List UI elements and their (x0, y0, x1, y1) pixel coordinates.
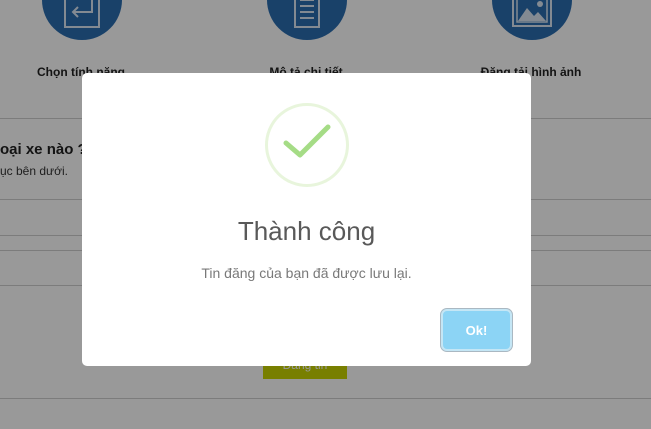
ok-button[interactable]: Ok! (443, 311, 510, 349)
checkmark-icon (283, 124, 331, 158)
dialog-title: Thành công (237, 216, 376, 246)
dialog-message: Tin đăng của bạn đã được lưu lại. (201, 265, 412, 281)
success-dialog: Thành công Tin đăng của bạn đã được lưu … (82, 73, 531, 366)
success-icon-ring (265, 103, 349, 187)
